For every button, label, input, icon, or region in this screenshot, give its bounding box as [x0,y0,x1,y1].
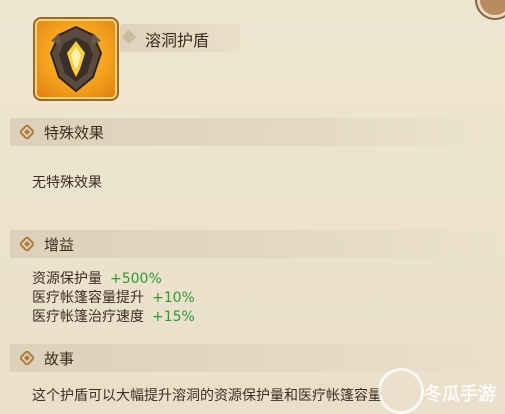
item-title: 溶洞护盾 [145,31,210,50]
section-special-label: 特殊效果 [44,124,105,142]
watermark: 冬瓜手游 [378,368,502,414]
watermark-text: 冬瓜手游 [424,384,496,405]
item-detail-panel: 溶洞护盾 特殊效果 无特殊效果 增益 资源保护量 +500% 医疗帐篷容量提升 +1… [0,0,505,414]
buff-label: 医疗帐篷容量提升 [32,290,144,306]
buff-row: 医疗帐篷容量提升 +10% [32,287,195,307]
section-buffs-header: 增益 [10,230,500,258]
section-buffs-label: 增益 [44,236,75,254]
buff-value: +15% [152,309,195,325]
watermark-logo-icon [378,368,424,414]
buff-label: 资源保护量 [32,271,102,287]
buff-label: 医疗帐篷治疗速度 [32,309,144,325]
buff-row: 医疗帐篷治疗速度 +15% [32,306,195,326]
buff-value: +500% [110,271,162,287]
special-effect-text: 无特殊效果 [32,175,102,191]
buff-value: +10% [152,290,195,306]
section-special-header: 特殊效果 [10,118,500,146]
chevron-right-icon [20,351,34,365]
section-story-label: 故事 [44,350,75,368]
story-text: 这个护盾可以大幅提升溶洞的资源保护量和医疗帐篷容量 [32,388,382,404]
chevron-right-icon [20,125,34,139]
chevron-right-icon [20,237,34,251]
close-button[interactable] [477,0,505,18]
buff-row: 资源保护量 +500% [32,268,162,288]
molten-shield-icon [33,17,119,101]
